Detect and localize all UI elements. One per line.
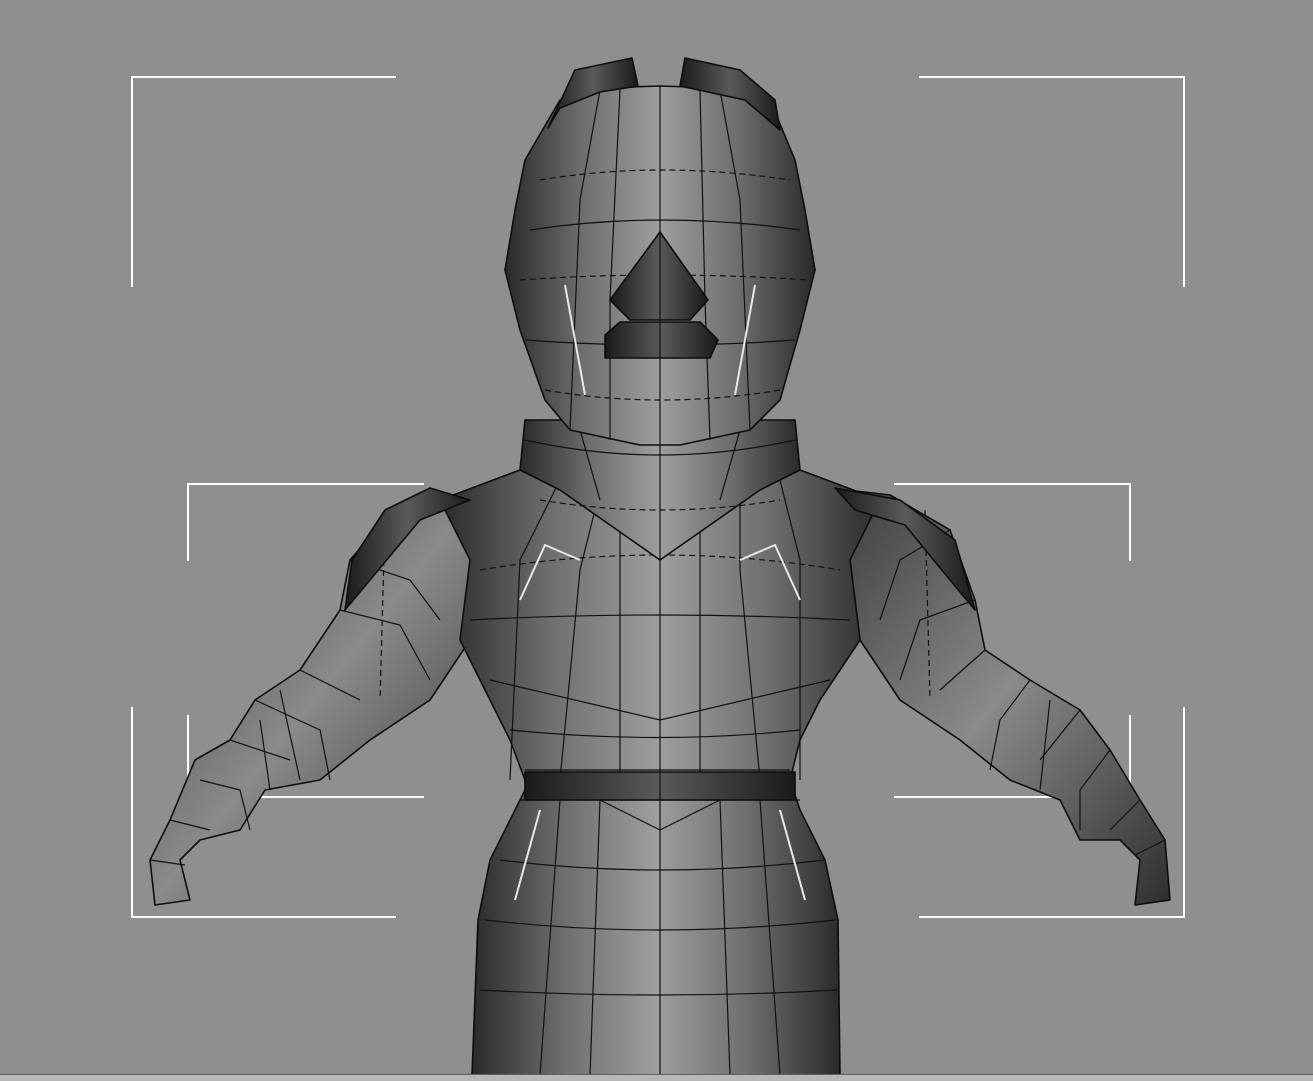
lower-body[interactable] (471, 779, 841, 1076)
left-arm[interactable] (149, 491, 481, 906)
character-mesh[interactable] (149, 57, 1171, 1076)
3d-viewport[interactable] (0, 0, 1313, 1081)
right-arm[interactable] (829, 487, 1171, 906)
viewport-canvas[interactable] (0, 0, 1313, 1080)
